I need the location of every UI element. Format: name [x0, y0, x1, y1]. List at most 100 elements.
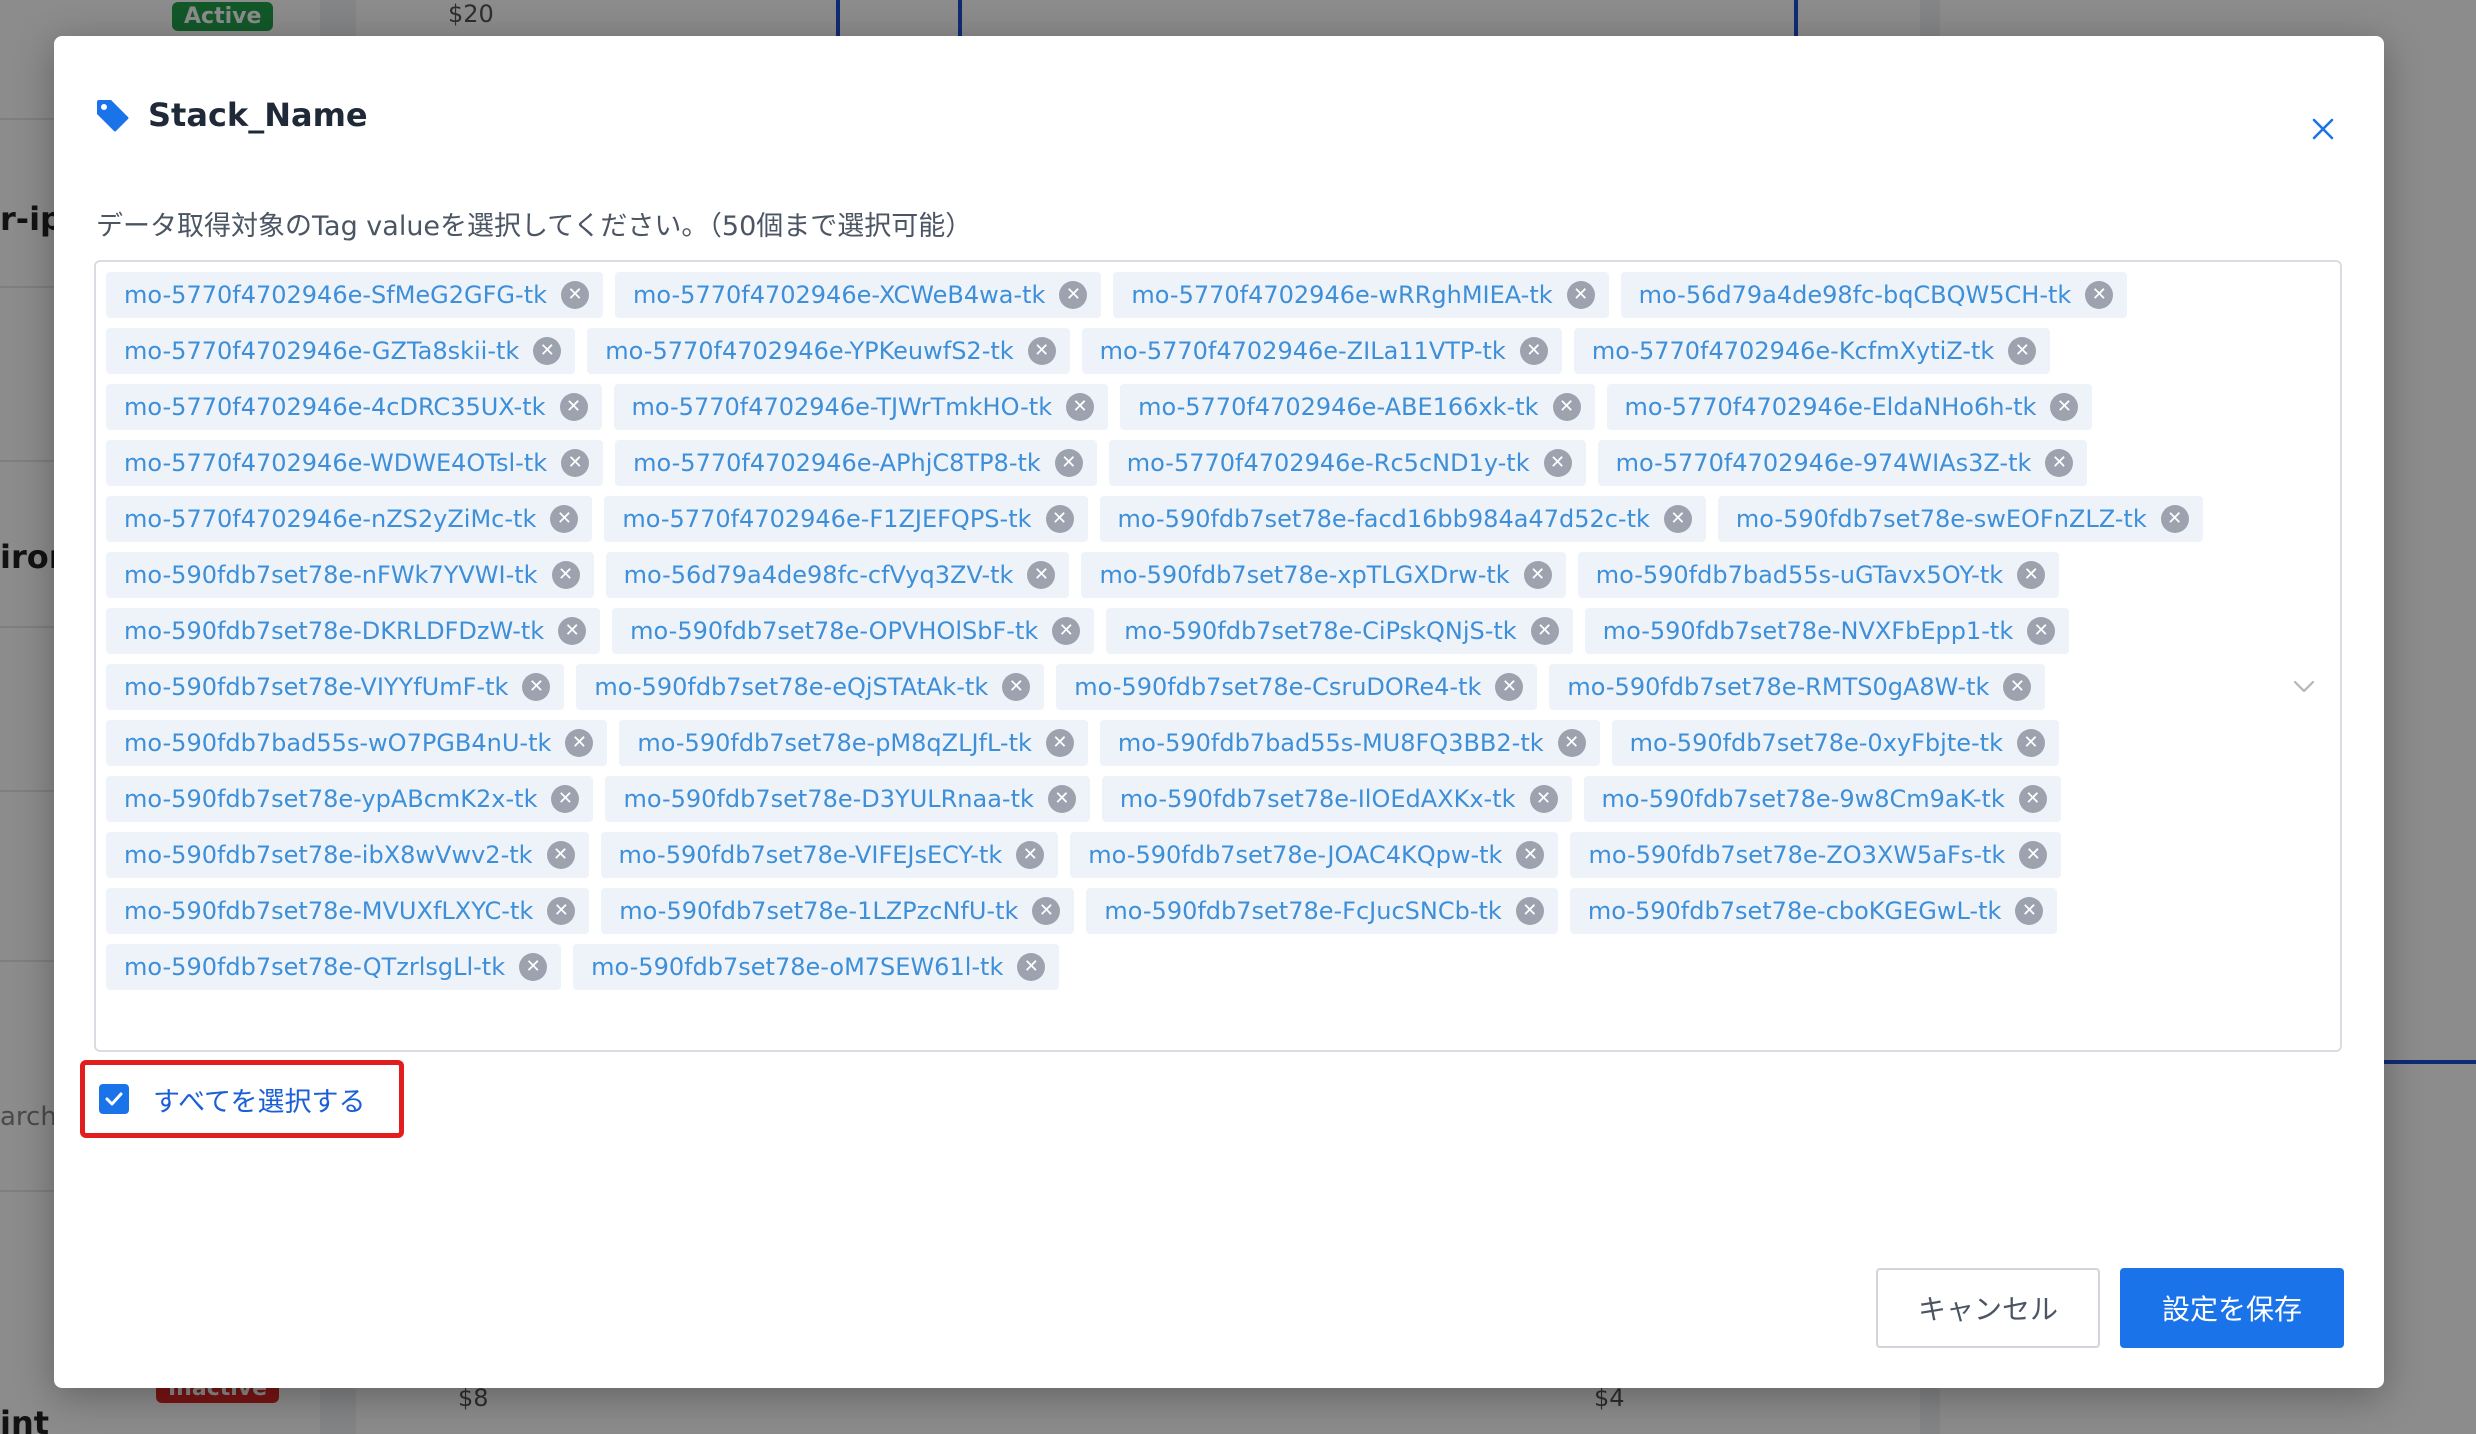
clear-circle-icon[interactable]: ✕ [1530, 617, 1559, 645]
clear-circle-icon[interactable]: ✕ [551, 785, 580, 813]
tag-chip: mo-5770f4702946e-F1ZJEFQPS-tk ✕ [604, 496, 1088, 542]
clear-circle-icon[interactable]: ✕ [2085, 281, 2114, 309]
clear-circle-icon[interactable]: ✕ [2050, 393, 2079, 421]
clear-circle-icon[interactable]: ✕ [1066, 393, 1095, 421]
clear-circle-icon[interactable]: ✕ [1032, 897, 1061, 925]
select-all-checkbox[interactable] [99, 1084, 129, 1114]
chevron-down-icon[interactable] [2290, 672, 2318, 700]
clear-circle-icon[interactable]: ✕ [2008, 337, 2037, 365]
select-all-highlight: すべてを選択する [80, 1060, 404, 1138]
tag-chip: mo-590fdb7set78e-CiPskQNjS-tk ✕ [1106, 608, 1573, 654]
clear-circle-icon[interactable]: ✕ [561, 281, 589, 309]
tag-chip-label: mo-5770f4702946e-nZS2yZiMc-tk [124, 505, 537, 533]
tag-chip-label: mo-590fdb7set78e-DKRLDFDzW-tk [124, 617, 545, 645]
clear-circle-icon[interactable]: ✕ [1045, 729, 1074, 757]
clear-circle-icon[interactable]: ✕ [2003, 673, 2032, 701]
clear-circle-icon[interactable]: ✕ [551, 561, 580, 589]
tag-chip-label: mo-590fdb7set78e-VIFEJsECY-tk [618, 841, 1003, 869]
tag-chip-label: mo-590fdb7set78e-QTzrlsgLl-tk [124, 953, 506, 981]
tag-chip: mo-590fdb7set78e-VIFEJsECY-tk ✕ [600, 832, 1059, 878]
clear-circle-icon[interactable]: ✕ [1045, 505, 1074, 533]
clear-circle-icon[interactable]: ✕ [550, 505, 579, 533]
checkmark-icon [105, 1092, 123, 1106]
tag-chip-label: mo-590fdb7set78e-pM8qZLJfL-tk [637, 729, 1032, 757]
clear-circle-icon[interactable]: ✕ [1027, 337, 1056, 365]
clear-circle-icon[interactable]: ✕ [2160, 505, 2189, 533]
clear-circle-icon[interactable]: ✕ [1495, 673, 1524, 701]
tag-chip-label: mo-5770f4702946e-TJWrTmkHO-tk [631, 393, 1053, 421]
modal-header: Stack_Name [94, 96, 368, 134]
tag-chip-label: mo-590fdb7set78e-IlOEdAXKx-tk [1119, 785, 1516, 813]
tag-chip: mo-590fdb7set78e-RMTS0gA8W-tk ✕ [1549, 664, 2046, 710]
tag-chip: mo-590fdb7set78e-swEOFnZLZ-tk ✕ [1717, 496, 2203, 542]
clear-circle-icon[interactable]: ✕ [1529, 785, 1558, 813]
tag-chip-label: mo-5770f4702946e-GZTa8skii-tk [124, 337, 520, 365]
tag-chip-label: mo-590fdb7set78e-FcJucSNCb-tk [1104, 897, 1502, 925]
clear-circle-icon[interactable]: ✕ [1516, 841, 1545, 869]
clear-circle-icon[interactable]: ✕ [2027, 617, 2056, 645]
tag-chip: mo-590fdb7set78e-FcJucSNCb-tk ✕ [1086, 888, 1558, 934]
clear-circle-icon[interactable]: ✕ [1557, 729, 1586, 757]
tag-chip-label: mo-5770f4702946e-ZILa11VTP-tk [1099, 337, 1506, 365]
clear-circle-icon[interactable]: ✕ [1543, 449, 1572, 477]
save-settings-button[interactable]: 設定を保存 [2120, 1268, 2344, 1348]
tag-chip: mo-590fdb7set78e-QTzrlsgLl-tk ✕ [106, 944, 562, 990]
cancel-button[interactable]: キャンセル [1876, 1268, 2100, 1348]
clear-circle-icon[interactable]: ✕ [1054, 449, 1083, 477]
clear-circle-icon[interactable]: ✕ [1519, 337, 1548, 365]
clear-circle-icon[interactable]: ✕ [2018, 785, 2047, 813]
clear-circle-icon[interactable]: ✕ [1017, 953, 1046, 981]
clear-circle-icon[interactable]: ✕ [1515, 897, 1544, 925]
clear-circle-icon[interactable]: ✕ [2045, 449, 2074, 477]
tag-chip: mo-5770f4702946e-APhjC8TP8-tk ✕ [615, 440, 1097, 486]
clear-circle-icon[interactable]: ✕ [2017, 561, 2046, 589]
clear-circle-icon[interactable]: ✕ [533, 337, 562, 365]
tag-chip: mo-5770f4702946e-SfMeG2GFG-tk ✕ [106, 272, 603, 318]
tag-chip: mo-590fdb7set78e-cboKGEGwL-tk ✕ [1569, 888, 2058, 934]
clear-circle-icon[interactable]: ✕ [2016, 729, 2045, 757]
clear-circle-icon[interactable]: ✕ [565, 729, 594, 757]
clear-circle-icon[interactable]: ✕ [1002, 673, 1031, 701]
clear-circle-icon[interactable]: ✕ [559, 393, 588, 421]
select-all-label[interactable]: すべてを選択する [153, 1080, 366, 1119]
tag-chip: mo-5770f4702946e-ZILa11VTP-tk ✕ [1081, 328, 1562, 374]
clear-circle-icon[interactable]: ✕ [1663, 505, 1692, 533]
clear-circle-icon[interactable]: ✕ [522, 673, 551, 701]
clear-circle-icon[interactable]: ✕ [547, 897, 576, 925]
clear-circle-icon[interactable]: ✕ [546, 841, 575, 869]
tag-chip-label: mo-590fdb7set78e-MVUXfLXYC-tk [124, 897, 534, 925]
tag-chip: mo-590fdb7set78e-pM8qZLJfL-tk ✕ [619, 720, 1088, 766]
tag-chip-label: mo-590fdb7set78e-nFWk7YVWI-tk [124, 561, 538, 589]
clear-circle-icon[interactable]: ✕ [1523, 561, 1552, 589]
clear-circle-icon[interactable]: ✕ [2019, 841, 2048, 869]
tag-multi-select[interactable]: mo-5770f4702946e-SfMeG2GFG-tk ✕ mo-5770f47… [94, 260, 2342, 1052]
clear-circle-icon[interactable]: ✕ [1052, 617, 1081, 645]
tag-chip-label: mo-5770f4702946e-KcfmXytiZ-tk [1591, 337, 1995, 365]
clear-circle-icon[interactable]: ✕ [1552, 393, 1581, 421]
tag-chip-label: mo-590fdb7set78e-cboKGEGwL-tk [1587, 897, 2002, 925]
tag-chip-label: mo-590fdb7set78e-JOAC4KQpw-tk [1088, 841, 1503, 869]
tag-chip-label: mo-590fdb7set78e-CsruDORe4-tk [1074, 673, 1482, 701]
tag-chip: mo-5770f4702946e-974WIAs3Z-tk ✕ [1597, 440, 2088, 486]
tag-chip-label: mo-590fdb7set78e-D3YULRnaa-tk [623, 785, 1034, 813]
clear-circle-icon[interactable]: ✕ [519, 953, 548, 981]
tag-chip: mo-590fdb7set78e-VIYYfUmF-tk ✕ [106, 664, 565, 710]
tag-chip: mo-5770f4702946e-TJWrTmkHO-tk ✕ [613, 384, 1109, 430]
clear-circle-icon[interactable]: ✕ [1059, 281, 1088, 309]
clear-circle-icon[interactable]: ✕ [561, 449, 590, 477]
clear-circle-icon[interactable]: ✕ [1047, 785, 1076, 813]
tag-chip-label: mo-5770f4702946e-974WIAs3Z-tk [1615, 449, 2032, 477]
clear-circle-icon[interactable]: ✕ [558, 617, 587, 645]
clear-circle-icon[interactable]: ✕ [1027, 561, 1056, 589]
tag-chip-label: mo-590fdb7set78e-facd16bb984a47d52c-tk [1117, 505, 1650, 533]
clear-circle-icon[interactable]: ✕ [1566, 281, 1595, 309]
clear-circle-icon[interactable]: ✕ [2015, 897, 2044, 925]
tag-chip-label: mo-5770f4702946e-SfMeG2GFG-tk [124, 281, 547, 309]
tag-chip-label: mo-590fdb7set78e-ibX8wVwv2-tk [124, 841, 533, 869]
close-icon[interactable] [2308, 114, 2338, 144]
clear-circle-icon[interactable]: ✕ [1016, 841, 1045, 869]
tag-chip: mo-5770f4702946e-Rc5cND1y-tk ✕ [1108, 440, 1586, 486]
tag-chip: mo-590fdb7set78e-JOAC4KQpw-tk ✕ [1070, 832, 1559, 878]
tag-chip-label: mo-5770f4702946e-APhjC8TP8-tk [633, 449, 1041, 477]
tag-chip: mo-5770f4702946e-KcfmXytiZ-tk ✕ [1573, 328, 2051, 374]
